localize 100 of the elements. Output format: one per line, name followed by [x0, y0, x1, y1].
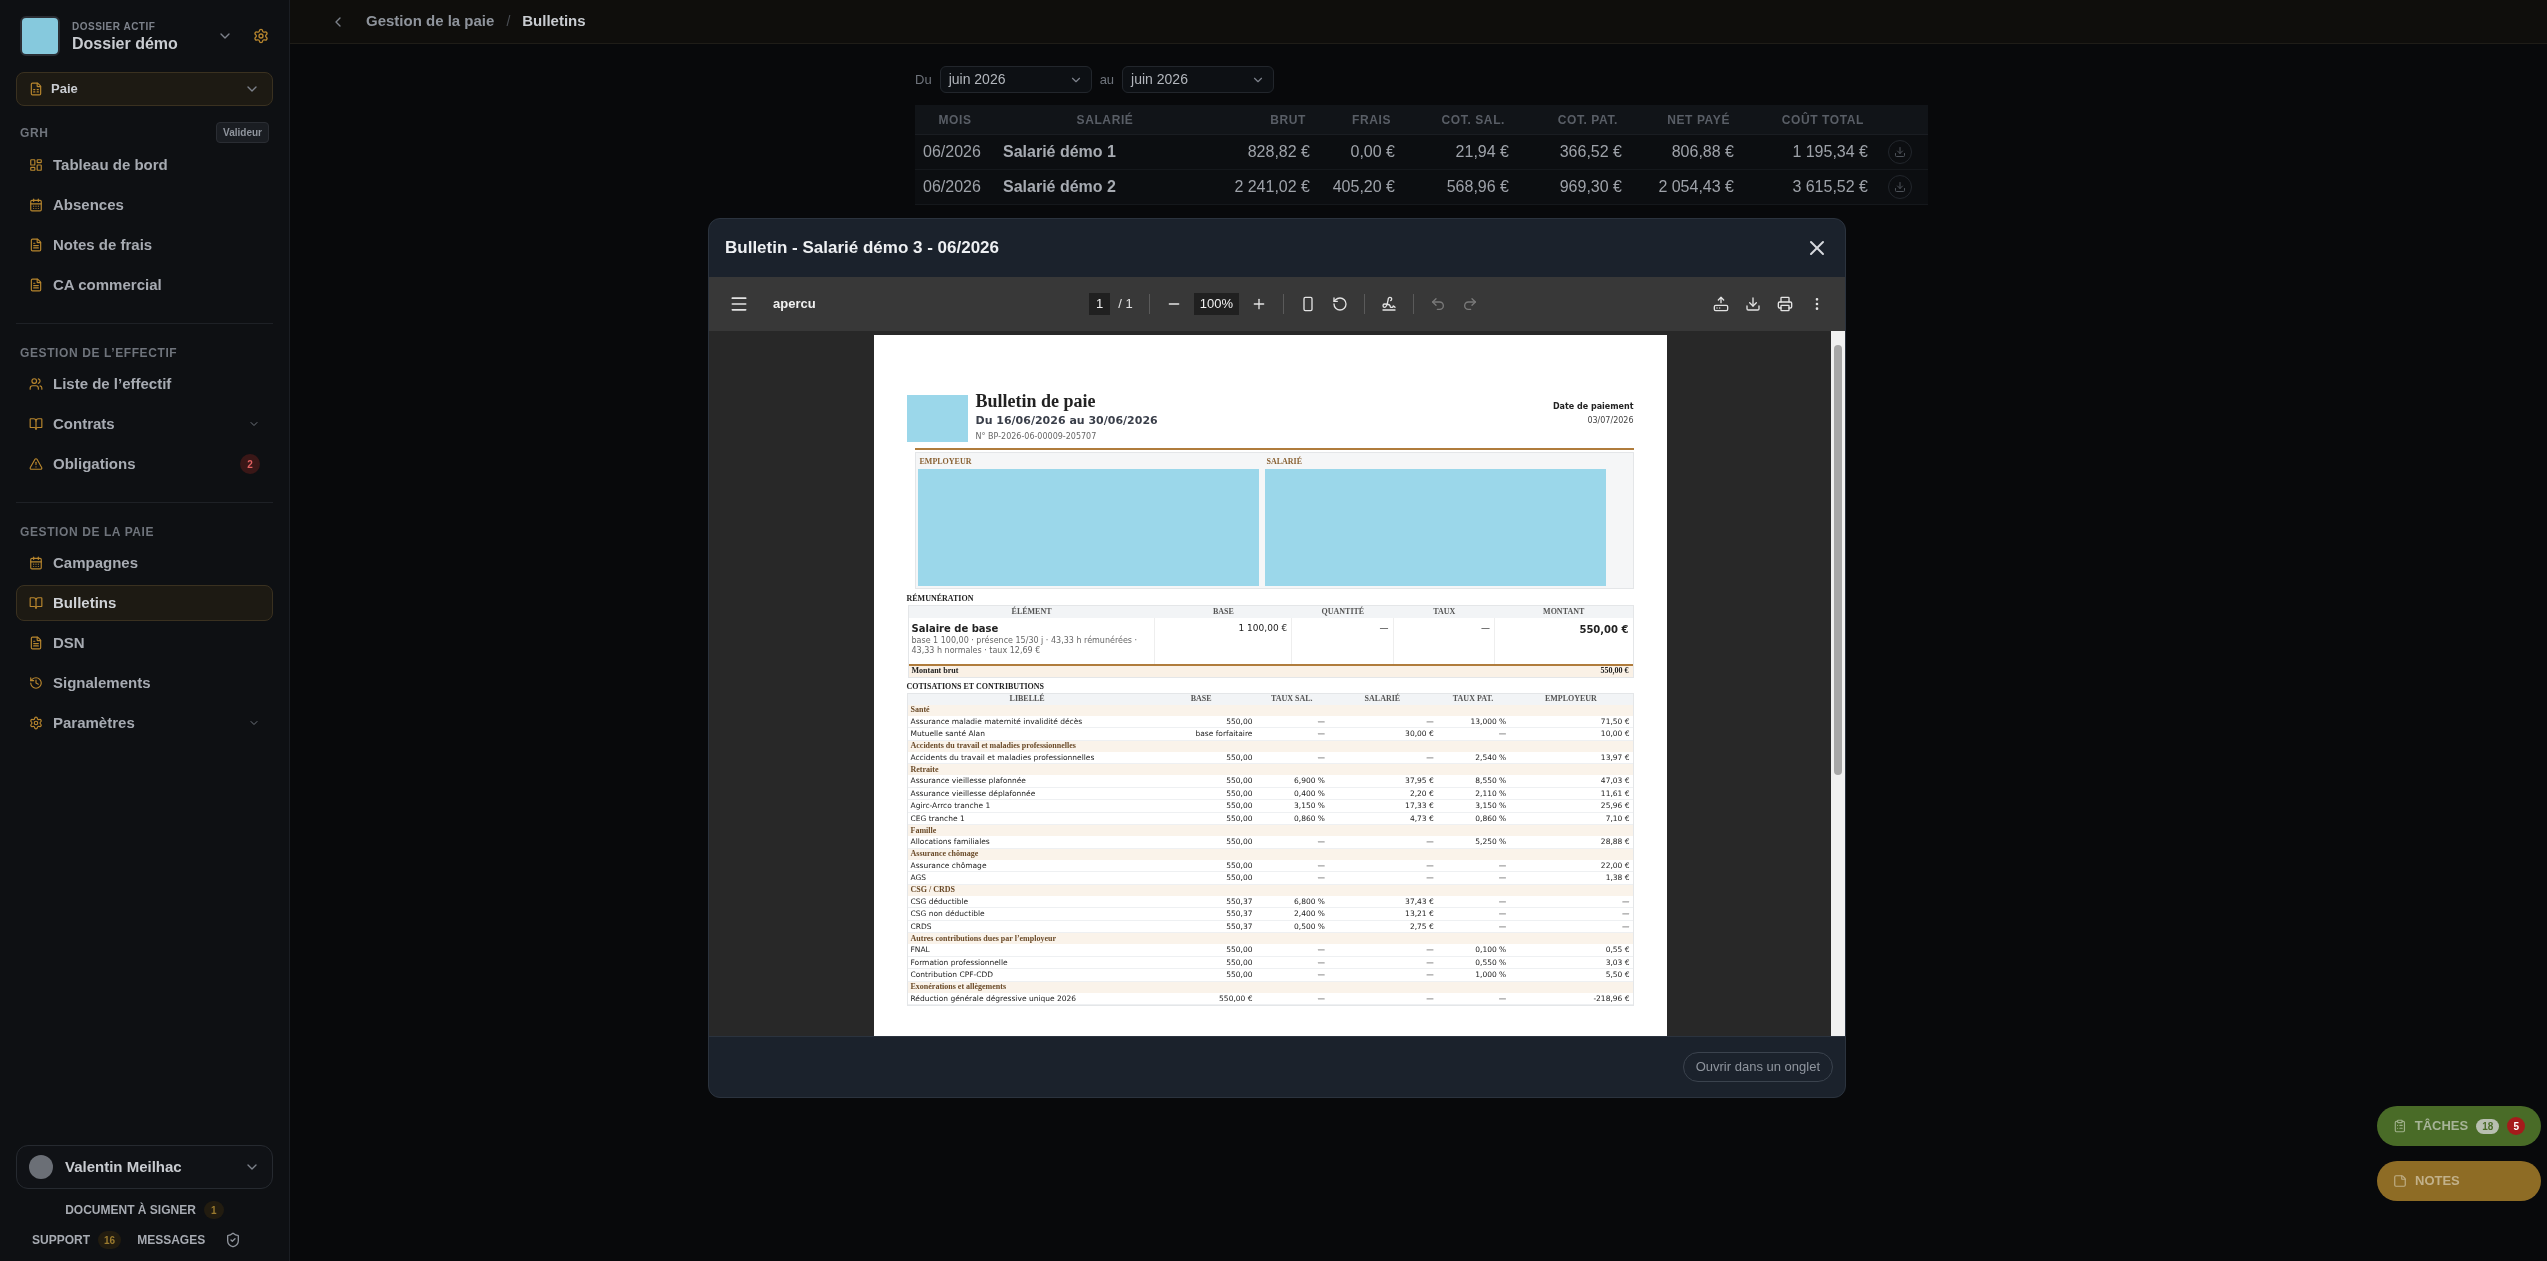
table-cell-text: Salarié démo 1	[1002, 142, 1117, 162]
draw-icon[interactable]	[1380, 296, 1397, 312]
support-link[interactable]: SUPPORT	[32, 1231, 90, 1249]
menu-icon[interactable]	[729, 294, 749, 314]
breadcrumb-link[interactable]: Gestion de la paie	[366, 10, 495, 33]
users-icon	[29, 377, 43, 391]
nav-item[interactable]: Notes de frais	[16, 227, 273, 263]
nav-item[interactable]: DSN	[16, 625, 273, 661]
table-cell-text: 828,82 €	[1246, 142, 1311, 162]
download-icon	[1894, 146, 1906, 158]
party-label: EMPLOYEUR	[918, 455, 973, 468]
page-input[interactable]: 1	[1089, 293, 1111, 315]
book-icon	[29, 417, 43, 431]
save-to-drive-icon[interactable]	[1713, 296, 1729, 312]
month-select[interactable]: juin 2026	[939, 66, 1092, 93]
section-heading: COTISATIONS ET CONTRIBUTIONS	[906, 680, 1046, 693]
document-icon	[29, 636, 43, 650]
column-header: MONTANT	[1542, 605, 1586, 618]
table-cell-text: 21,94 €	[1454, 142, 1510, 162]
category-label: CSG / CRDS	[910, 885, 955, 895]
workspace-logo	[20, 16, 60, 56]
month-select[interactable]: juin 2026	[1122, 66, 1275, 93]
category-label: Autres contributions dues par l’employeur	[910, 933, 1056, 944]
column-header: MOIS	[937, 111, 973, 129]
nav-item[interactable]: Absences	[16, 187, 273, 223]
calendar-icon	[29, 198, 43, 212]
element-name: Salaire de base	[911, 621, 1000, 635]
warning-icon	[29, 457, 43, 471]
document-icon	[29, 238, 43, 252]
user-menu[interactable]: Valentin Meilhac	[16, 1145, 273, 1189]
column-header: SALARIÉ	[1075, 111, 1135, 129]
breadcrumb-separator: /	[506, 12, 511, 31]
nav-item[interactable]: Contrats	[16, 406, 273, 442]
table-cell: —	[1292, 617, 1394, 664]
column-header: BASE	[1211, 605, 1235, 618]
column-header: TAUX PAT.	[1451, 693, 1495, 705]
category-label: Retraite	[910, 764, 939, 775]
nav-item[interactable]: Signalements	[16, 665, 273, 701]
table-cell-text: 3 615,52 €	[1791, 177, 1869, 197]
nav-item[interactable]: Paramètres	[16, 705, 273, 741]
nav-item[interactable]: Campagnes	[16, 545, 273, 581]
undo-icon[interactable]	[1429, 296, 1446, 312]
column-header: BRUT	[1269, 111, 1307, 129]
category-label: Assurance chômage	[910, 849, 979, 859]
nav-item[interactable]: Tableau de bord	[16, 147, 273, 183]
nav-item[interactable]: Obligations 2	[16, 446, 273, 482]
category-label: Exonérations et allègements	[910, 982, 1007, 992]
section-title: GRH	[20, 124, 49, 142]
workspace-name: Dossier démo	[72, 33, 179, 54]
document-title: Bulletin de paie	[975, 390, 1097, 413]
count-badge: 2	[240, 454, 260, 474]
total-amount: 550,00 €	[1599, 665, 1630, 677]
category-label: Famille	[910, 825, 937, 836]
column-header: EMPLOYEUR	[1543, 693, 1598, 705]
file-name: apercu	[773, 295, 817, 314]
rotate-icon[interactable]	[1331, 296, 1348, 312]
pay-period: Du 16/06/2026 au 30/06/2026	[975, 413, 1158, 429]
category-label: Accidents du travail et maladies professionnelles	[910, 741, 1076, 751]
table-cell-text: 06/2026	[922, 142, 982, 162]
column-header: COT. PAT.	[1556, 111, 1619, 129]
table-cell-text: 366,52 €	[1558, 142, 1623, 162]
module-selector[interactable]: Paie	[16, 72, 273, 106]
column-header: BASE	[1189, 693, 1213, 705]
settings-icon[interactable]	[253, 28, 269, 44]
workspace-label: DOSSIER ACTIF	[72, 19, 157, 34]
table-cell: 1 100,00 €	[1154, 617, 1293, 664]
column-header: COT. SAL.	[1440, 111, 1506, 129]
column-header: FRAIS	[1351, 111, 1392, 129]
tasks-button[interactable]: TÂCHES 18 5	[2377, 1106, 2541, 1146]
dashboard-icon	[29, 158, 43, 172]
print-icon[interactable]	[1777, 296, 1793, 312]
shield-icon[interactable]	[225, 1232, 242, 1248]
section-title: GESTION DE LA PAIE	[20, 524, 155, 541]
table-cell-text: 1 195,34 €	[1791, 142, 1869, 162]
document-icon	[29, 278, 43, 292]
table-cell-text: Salarié démo 2	[1002, 177, 1117, 197]
table-cell-text: 06/2026	[922, 177, 982, 197]
book-icon	[29, 596, 43, 610]
history-icon	[29, 676, 43, 690]
scrollbar[interactable]	[1831, 331, 1845, 1036]
zoom-input[interactable]: 100%	[1193, 293, 1239, 315]
column-header: TAUX	[1432, 605, 1457, 618]
nav-item[interactable]: Bulletins	[16, 585, 273, 621]
messages-link[interactable]: MESSAGES	[137, 1231, 206, 1249]
redo-icon[interactable]	[1461, 296, 1478, 312]
alert-badge: 5	[2507, 1117, 2525, 1135]
nav-item[interactable]: Liste de l’effectif	[16, 366, 273, 402]
column-header: ÉLÉMENT	[1010, 605, 1053, 618]
column-header: SALARIÉ	[1363, 693, 1402, 705]
dialog-title: Bulletin - Salarié démo 3 - 06/2026	[725, 237, 1000, 260]
filter-label: au	[1099, 70, 1115, 89]
breadcrumb-current: Bulletins	[522, 11, 586, 32]
download-icon[interactable]	[1745, 296, 1761, 312]
nav-item[interactable]: CA commercial	[16, 267, 273, 303]
download-icon	[1894, 181, 1906, 193]
table-cell-text: 405,20 €	[1331, 177, 1396, 197]
section-heading: RÉMUNÉRATION	[906, 592, 975, 605]
sign-link[interactable]: DOCUMENT À SIGNER	[65, 1201, 196, 1219]
tasks-icon	[2393, 1119, 2407, 1133]
role-badge: Valideur	[216, 122, 269, 143]
